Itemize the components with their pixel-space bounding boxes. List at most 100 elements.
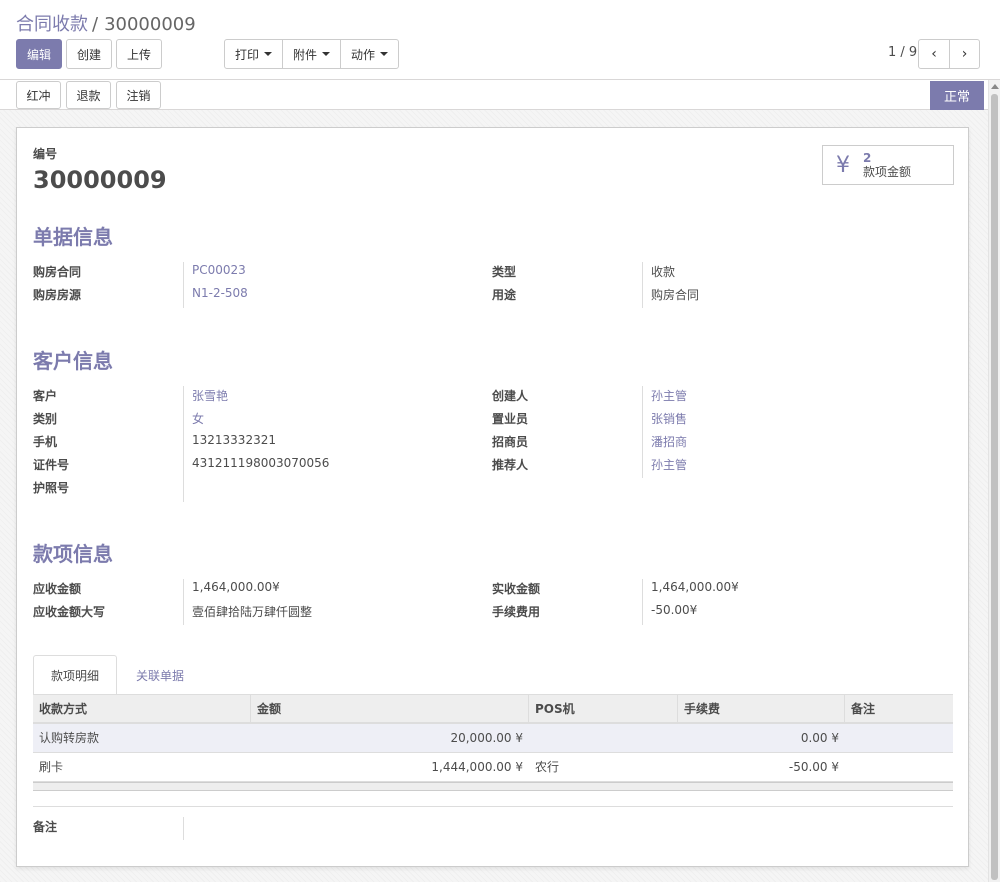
amount-stat-button[interactable]: ¥ 2 款项金额 (822, 145, 954, 185)
caret-down-icon (264, 52, 273, 56)
divider (183, 386, 184, 502)
payment-lines-table: 收款方式 金额 POS机 手续费 备注 认购转房款 20,000.00 ¥ 0.… (33, 694, 953, 791)
status-badge: 正常 (930, 81, 984, 110)
divider (642, 579, 643, 625)
upload-button[interactable]: 上传 (116, 39, 162, 69)
field-label: 购房房源 (33, 288, 82, 302)
tab-payment-details[interactable]: 款项明细 (33, 655, 117, 695)
breadcrumb: 合同收款/30000009 (16, 10, 196, 36)
customer-link[interactable]: 张雪艳 (192, 387, 228, 404)
statusbar: 红冲 退款 注销 正常 (0, 80, 988, 110)
field-value: 13213332321 (192, 433, 276, 447)
breadcrumb-separator: / (92, 14, 99, 35)
pager-value[interactable]: 1 / 9 (888, 45, 917, 60)
yen-icon: ¥ (836, 152, 850, 178)
control-panel: 合同收款/30000009 编辑 创建 上传 打印 附件 动作 1 / 9 ‹ … (0, 0, 1000, 80)
table-row[interactable]: 刷卡 1,444,000.00 ¥ 农行 -50.00 ¥ (33, 753, 953, 782)
divider (183, 579, 184, 625)
column-header[interactable]: POS机 (529, 695, 678, 723)
table-cell: 认购转房款 (39, 731, 100, 745)
field-value: -50.00¥ (651, 603, 698, 617)
form-view: 红冲 退款 注销 正常 编号 30000009 ¥ 2 款项金额 单据信息 购房… (0, 80, 988, 882)
section-payment-info-title: 款项信息 (33, 542, 113, 566)
number-label: 编号 (33, 147, 58, 161)
stat-value: 2 (863, 151, 872, 165)
print-dropdown[interactable]: 打印 (225, 40, 282, 68)
refund-button[interactable]: 退款 (66, 81, 111, 109)
cancel-button[interactable]: 注销 (116, 81, 161, 109)
pager-nav: ‹ › (918, 39, 980, 69)
field-label: 置业员 (492, 412, 529, 426)
divider (642, 262, 643, 308)
column-header[interactable]: 收款方式 (33, 695, 251, 723)
divider (183, 262, 184, 308)
attachment-dropdown[interactable]: 附件 (282, 40, 340, 68)
table-cell: -50.00 ¥ (788, 760, 839, 774)
divider (642, 386, 643, 478)
field-value: 收款 (651, 265, 676, 279)
chevron-left-icon[interactable]: ‹ (919, 40, 949, 68)
field-label: 手机 (33, 435, 58, 449)
table-cell: 1,444,000.00 ¥ (431, 760, 523, 774)
tab-related-documents[interactable]: 关联单据 (117, 655, 203, 695)
field-label: 证件号 (33, 458, 70, 472)
scrollbar-thumb[interactable] (991, 94, 998, 880)
action-label: 动作 (351, 47, 376, 62)
sidebar-button-group: 打印 附件 动作 (224, 39, 400, 69)
field-label: 类型 (492, 265, 517, 279)
referrer-link[interactable]: 孙主管 (651, 456, 687, 473)
notebook-tabs: 款项明细 关联单据 (33, 655, 953, 695)
field-label: 应收金额大写 (33, 605, 106, 619)
print-label: 打印 (235, 47, 260, 62)
table-cell: 刷卡 (39, 760, 64, 774)
field-label: 客户 (33, 389, 58, 403)
table-cell (529, 724, 678, 752)
leasing-link[interactable]: 潘招商 (651, 433, 687, 450)
field-value: 壹佰肆拾陆万肆仟圆整 (192, 605, 313, 619)
breadcrumb-current: 30000009 (104, 14, 196, 35)
sales-link[interactable]: 张销售 (651, 410, 687, 427)
field-label: 实收金额 (492, 582, 541, 596)
form-sheet: 编号 30000009 ¥ 2 款项金额 单据信息 购房合同 PC00023 购… (16, 127, 969, 867)
stat-label: 款项金额 (863, 165, 912, 179)
table-footer (33, 782, 953, 791)
field-value: 1,464,000.00¥ (192, 580, 280, 594)
breadcrumb-parent-link[interactable]: 合同收款 (16, 14, 88, 35)
action-dropdown[interactable]: 动作 (340, 40, 398, 68)
section-doc-info-title: 单据信息 (33, 225, 113, 249)
attachment-label: 附件 (293, 47, 318, 62)
property-link[interactable]: N1-2-508 (192, 286, 248, 300)
category-link[interactable]: 女 (192, 410, 204, 427)
create-button[interactable]: 创建 (66, 39, 112, 69)
column-header[interactable]: 备注 (845, 695, 953, 723)
field-value: 431211198003070056 (192, 456, 330, 470)
table-cell (845, 753, 953, 781)
creator-link[interactable]: 孙主管 (651, 387, 687, 404)
table-row[interactable]: 认购转房款 20,000.00 ¥ 0.00 ¥ (33, 724, 953, 753)
scroll-up-arrow-icon[interactable] (991, 84, 999, 89)
field-label: 类别 (33, 412, 58, 426)
field-label: 推荐人 (492, 458, 529, 472)
field-label: 用途 (492, 288, 517, 302)
column-header[interactable]: 金额 (251, 695, 529, 723)
table-cell: 0.00 ¥ (800, 731, 839, 745)
red-reverse-button[interactable]: 红冲 (16, 81, 61, 109)
table-cell: 20,000.00 ¥ (450, 731, 523, 745)
field-label: 购房合同 (33, 265, 82, 279)
section-customer-info-title: 客户信息 (33, 349, 113, 373)
field-label: 招商员 (492, 435, 529, 449)
notes-label: 备注 (33, 820, 58, 834)
contract-link[interactable]: PC00023 (192, 263, 246, 277)
field-label: 应收金额 (33, 582, 82, 596)
vertical-scrollbar[interactable] (988, 80, 1000, 882)
chevron-right-icon[interactable]: › (949, 40, 979, 68)
divider (183, 817, 184, 840)
field-label: 手续费用 (492, 605, 541, 619)
edit-button[interactable]: 编辑 (16, 39, 62, 69)
caret-down-icon (322, 52, 331, 56)
record-number: 30000009 (33, 166, 167, 194)
table-header: 收款方式 金额 POS机 手续费 备注 (33, 694, 953, 724)
table-cell (845, 724, 953, 752)
column-header[interactable]: 手续费 (678, 695, 845, 723)
caret-down-icon (380, 52, 389, 56)
